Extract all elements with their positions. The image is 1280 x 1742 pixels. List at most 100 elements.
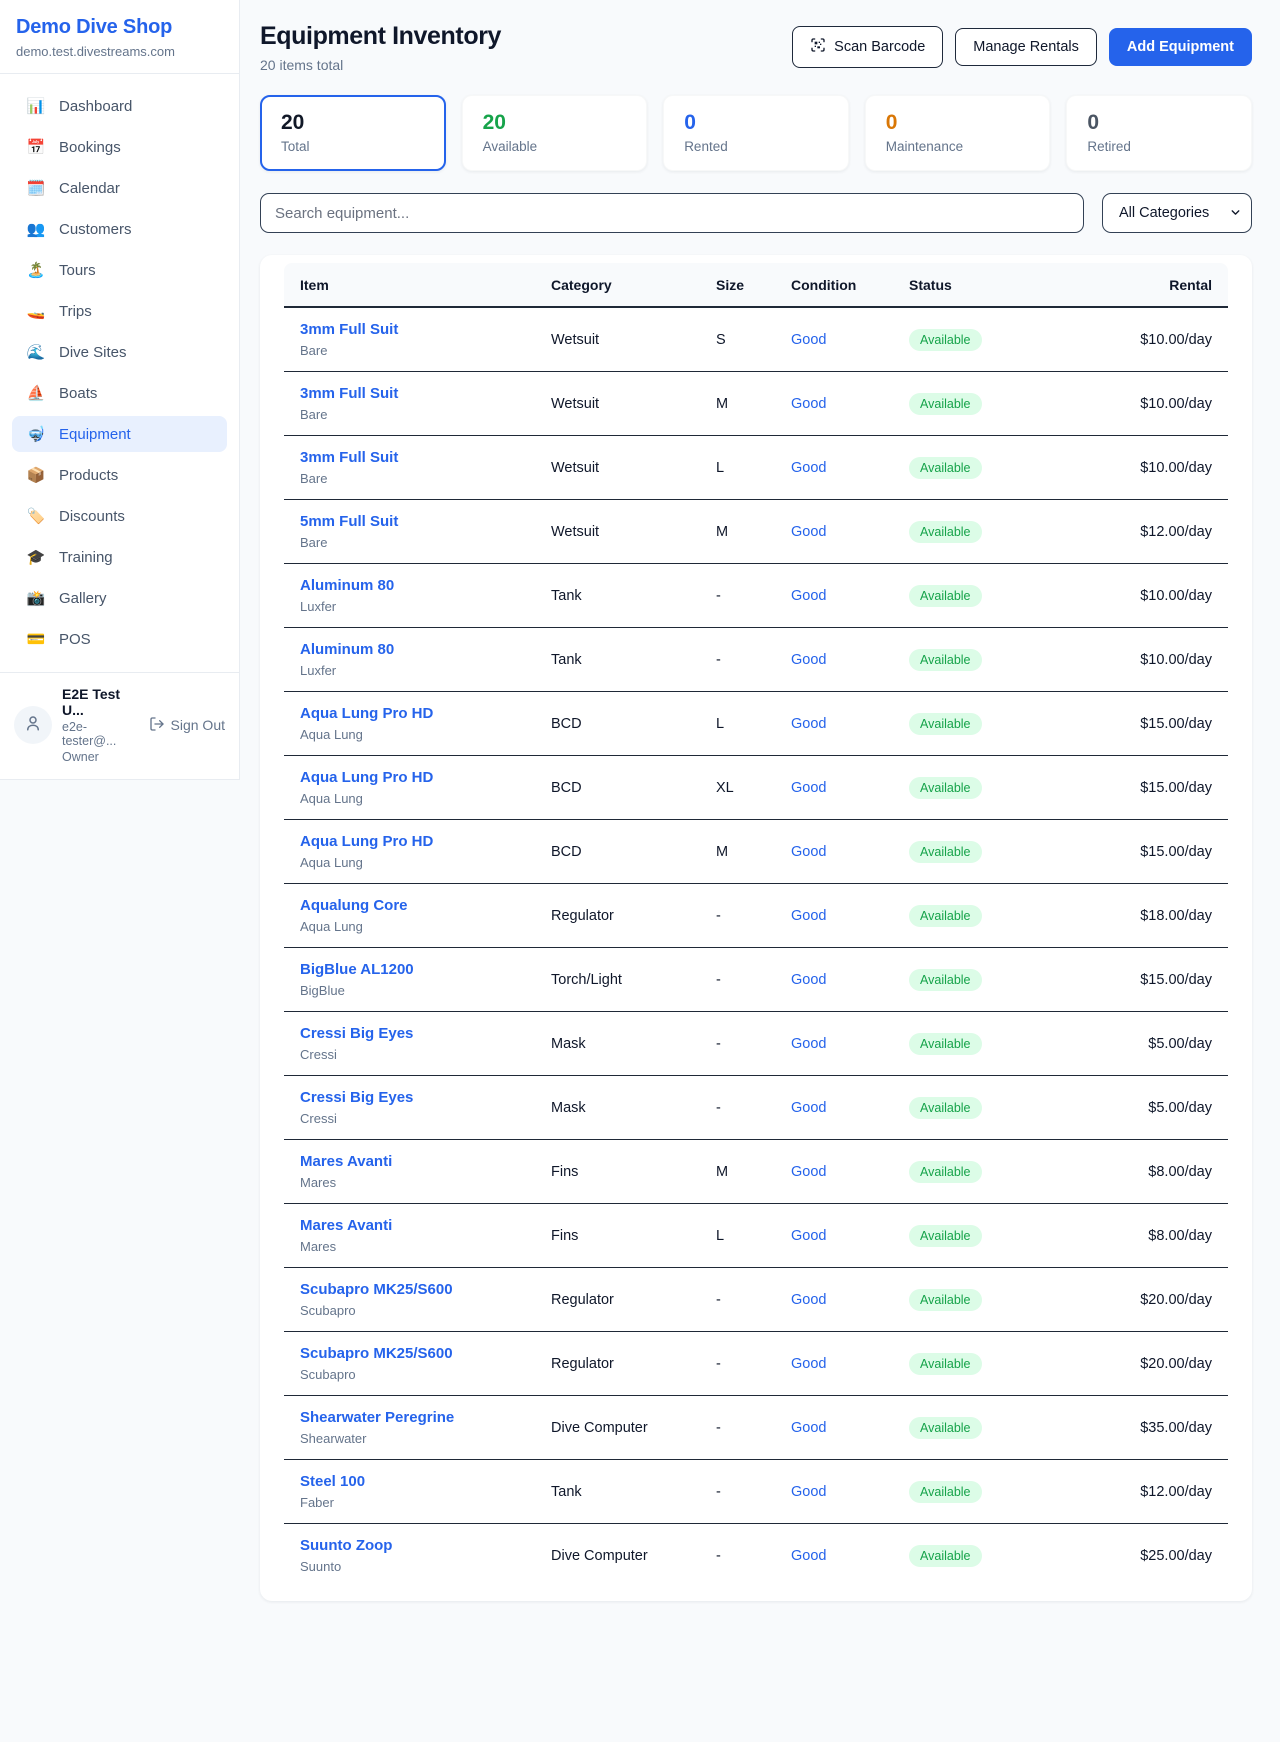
stat-card-maintenance[interactable]: 0 Maintenance bbox=[865, 95, 1051, 171]
sidebar-item-trips[interactable]: 🚤 Trips bbox=[12, 293, 227, 329]
condition-link[interactable]: Good bbox=[791, 1356, 826, 1372]
category-cell: Fins bbox=[535, 1204, 700, 1268]
item-name-link[interactable]: Steel 100 bbox=[300, 1473, 365, 1490]
condition-link[interactable]: Good bbox=[791, 844, 826, 860]
sidebar-item-calendar[interactable]: 🗓️ Calendar bbox=[12, 170, 227, 206]
rental-cell: $35.00/day bbox=[1048, 1396, 1228, 1460]
item-name-link[interactable]: Cressi Big Eyes bbox=[300, 1089, 413, 1106]
status-badge: Available bbox=[909, 393, 982, 415]
rental-cell: $8.00/day bbox=[1048, 1204, 1228, 1268]
sidebar-item-dashboard[interactable]: 📊 Dashboard bbox=[12, 88, 227, 124]
sidebar-item-dive-sites[interactable]: 🌊 Dive Sites bbox=[12, 334, 227, 370]
condition-link[interactable]: Good bbox=[791, 524, 826, 540]
item-name-link[interactable]: 3mm Full Suit bbox=[300, 449, 398, 466]
item-name-link[interactable]: Aqua Lung Pro HD bbox=[300, 833, 433, 850]
rental-cell: $12.00/day bbox=[1048, 1460, 1228, 1524]
status-cell: Available bbox=[893, 692, 1048, 756]
item-cell: Aluminum 80 Luxfer bbox=[284, 564, 535, 628]
rental-cell: $10.00/day bbox=[1048, 564, 1228, 628]
status-badge: Available bbox=[909, 1097, 982, 1119]
condition-link[interactable]: Good bbox=[791, 588, 826, 604]
shop-name: Demo Dive Shop bbox=[16, 16, 223, 39]
item-name-link[interactable]: Suunto Zoop bbox=[300, 1537, 392, 1554]
category-cell: Regulator bbox=[535, 1332, 700, 1396]
table-row: Aluminum 80 Luxfer Tank - Good Available… bbox=[284, 628, 1228, 692]
sign-out-label: Sign Out bbox=[171, 717, 225, 733]
sidebar-item-equipment[interactable]: 🤿 Equipment bbox=[12, 416, 227, 452]
category-select[interactable]: All Categories bbox=[1102, 193, 1252, 233]
item-cell: Aqualung Core Aqua Lung bbox=[284, 884, 535, 948]
sidebar-item-label: Gallery bbox=[59, 590, 107, 607]
category-cell: Mask bbox=[535, 1076, 700, 1140]
item-name-link[interactable]: Aluminum 80 bbox=[300, 577, 394, 594]
stat-card-available[interactable]: 20 Available bbox=[462, 95, 648, 171]
stat-card-total[interactable]: 20 Total bbox=[260, 95, 446, 171]
condition-link[interactable]: Good bbox=[791, 780, 826, 796]
status-cell: Available bbox=[893, 948, 1048, 1012]
condition-link[interactable]: Good bbox=[791, 1292, 826, 1308]
sign-out-button[interactable]: Sign Out bbox=[149, 716, 225, 735]
sidebar-item-discounts[interactable]: 🏷️ Discounts bbox=[12, 498, 227, 534]
sidebar-item-gallery[interactable]: 📸 Gallery bbox=[12, 580, 227, 616]
sidebar-item-bookings[interactable]: 📅 Bookings bbox=[12, 129, 227, 165]
item-name-link[interactable]: Mares Avanti bbox=[300, 1153, 392, 1170]
sidebar-item-products[interactable]: 📦 Products bbox=[12, 457, 227, 493]
category-cell: Fins bbox=[535, 1140, 700, 1204]
condition-link[interactable]: Good bbox=[791, 1036, 826, 1052]
condition-link[interactable]: Good bbox=[791, 332, 826, 348]
condition-link[interactable]: Good bbox=[791, 1420, 826, 1436]
scan-barcode-button[interactable]: Scan Barcode bbox=[792, 26, 943, 68]
stat-card-rented[interactable]: 0 Rented bbox=[663, 95, 849, 171]
condition-link[interactable]: Good bbox=[791, 1164, 826, 1180]
condition-link[interactable]: Good bbox=[791, 1100, 826, 1116]
status-badge: Available bbox=[909, 585, 982, 607]
rental-cell: $12.00/day bbox=[1048, 500, 1228, 564]
sidebar-item-tours[interactable]: 🏝️ Tours bbox=[12, 252, 227, 288]
user-email: e2e-tester@... bbox=[62, 720, 139, 748]
size-cell: XL bbox=[700, 756, 775, 820]
condition-link[interactable]: Good bbox=[791, 1228, 826, 1244]
condition-link[interactable]: Good bbox=[791, 716, 826, 732]
add-equipment-button[interactable]: Add Equipment bbox=[1109, 28, 1252, 66]
item-name-link[interactable]: Aqua Lung Pro HD bbox=[300, 705, 433, 722]
condition-link[interactable]: Good bbox=[791, 972, 826, 988]
item-name-link[interactable]: Aluminum 80 bbox=[300, 641, 394, 658]
category-cell: Dive Computer bbox=[535, 1524, 700, 1588]
sidebar-item-label: Tours bbox=[59, 262, 96, 279]
stat-label: Total bbox=[281, 139, 425, 154]
condition-link[interactable]: Good bbox=[791, 652, 826, 668]
item-name-link[interactable]: Aqualung Core bbox=[300, 897, 408, 914]
status-cell: Available bbox=[893, 500, 1048, 564]
sidebar-item-training[interactable]: 🎓 Training bbox=[12, 539, 227, 575]
condition-link[interactable]: Good bbox=[791, 1548, 826, 1564]
condition-link[interactable]: Good bbox=[791, 460, 826, 476]
stat-card-retired[interactable]: 0 Retired bbox=[1066, 95, 1252, 171]
item-name-link[interactable]: Shearwater Peregrine bbox=[300, 1409, 454, 1426]
item-cell: 3mm Full Suit Bare bbox=[284, 307, 535, 372]
item-name-link[interactable]: 3mm Full Suit bbox=[300, 321, 398, 338]
size-cell: - bbox=[700, 564, 775, 628]
table-row: Suunto Zoop Suunto Dive Computer - Good … bbox=[284, 1524, 1228, 1588]
sidebar-item-customers[interactable]: 👥 Customers bbox=[12, 211, 227, 247]
size-cell: - bbox=[700, 628, 775, 692]
category-cell: Wetsuit bbox=[535, 436, 700, 500]
condition-link[interactable]: Good bbox=[791, 396, 826, 412]
sidebar-item-pos[interactable]: 💳 POS bbox=[12, 621, 227, 657]
item-name-link[interactable]: Cressi Big Eyes bbox=[300, 1025, 413, 1042]
search-input[interactable] bbox=[260, 193, 1084, 233]
item-name-link[interactable]: 3mm Full Suit bbox=[300, 385, 398, 402]
condition-link[interactable]: Good bbox=[791, 908, 826, 924]
status-cell: Available bbox=[893, 307, 1048, 372]
item-name-link[interactable]: 5mm Full Suit bbox=[300, 513, 398, 530]
item-name-link[interactable]: Mares Avanti bbox=[300, 1217, 392, 1234]
item-name-link[interactable]: BigBlue AL1200 bbox=[300, 961, 414, 978]
condition-link[interactable]: Good bbox=[791, 1484, 826, 1500]
item-name-link[interactable]: Aqua Lung Pro HD bbox=[300, 769, 433, 786]
category-cell: Wetsuit bbox=[535, 307, 700, 372]
category-cell: Mask bbox=[535, 1012, 700, 1076]
size-cell: - bbox=[700, 1012, 775, 1076]
item-name-link[interactable]: Scubapro MK25/S600 bbox=[300, 1345, 453, 1362]
item-name-link[interactable]: Scubapro MK25/S600 bbox=[300, 1281, 453, 1298]
manage-rentals-button[interactable]: Manage Rentals bbox=[955, 28, 1097, 66]
sidebar-item-boats[interactable]: ⛵ Boats bbox=[12, 375, 227, 411]
